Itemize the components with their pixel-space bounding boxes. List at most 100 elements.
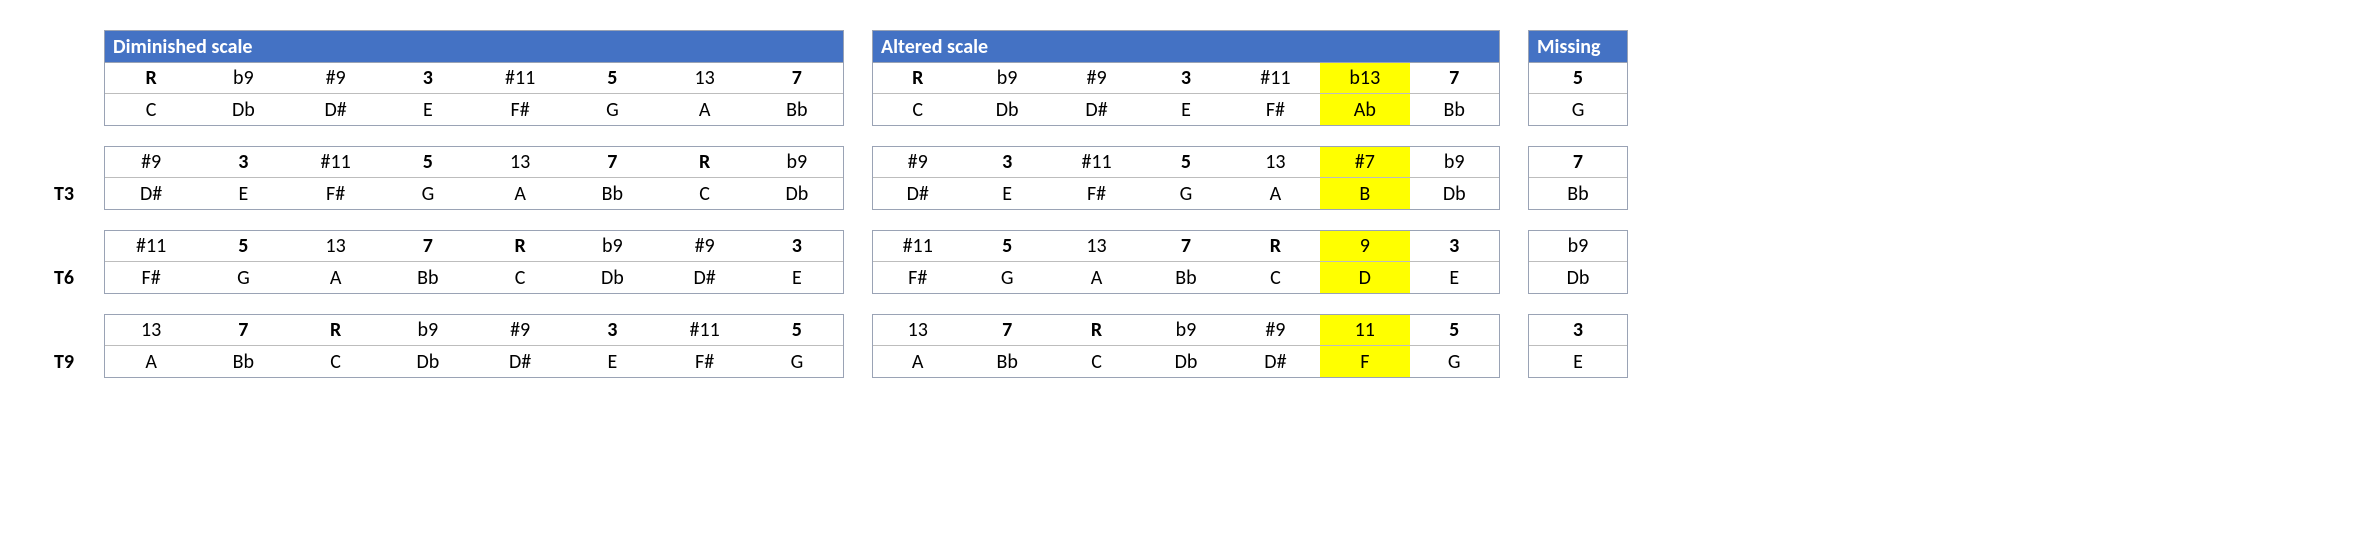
missing-degree-cell: 5 [1529,63,1627,94]
scale-column: RC [290,315,382,377]
note-cell: D# [873,178,962,209]
degree-cell: #9 [290,63,382,94]
note-cell: E [566,346,658,377]
degree-cell: 9 [1320,231,1409,262]
missing-block: Missing 5G7Bbb9Db3E [1528,30,1628,378]
row-label [40,146,76,178]
note-cell: G [1141,178,1230,209]
missing-column: 3E [1529,315,1627,377]
note-cell: Bb [751,94,843,125]
degree-cell: R [1231,231,1320,262]
note-cell: C [1052,346,1141,377]
degree-cell: R [873,63,962,94]
scale-column: #11F# [474,63,566,125]
scale-column: 7Bb [382,231,474,293]
note-cell: A [1231,178,1320,209]
row-label [40,62,76,94]
degree-cell: 7 [1141,231,1230,262]
note-cell: Bb [1410,94,1499,125]
degree-cell: 13 [1052,231,1141,262]
degree-cell: #7 [1320,147,1409,178]
note-cell: A [873,346,962,377]
scale-column: 13A [105,315,197,377]
note-cell: Bb [962,346,1051,377]
degree-cell: R [474,231,566,262]
scale-column: 3E [962,147,1051,209]
scale-column: 3E [566,315,658,377]
degree-cell: 13 [1231,147,1320,178]
degree-cell: 3 [962,147,1051,178]
note-cell: G [197,262,289,293]
missing-note-cell: Bb [1529,178,1627,209]
scale-column: #11F# [1052,147,1141,209]
degree-cell: b9 [197,63,289,94]
scale-column: 5G [751,315,843,377]
scale-column: 5G [1410,315,1499,377]
scale-column: RC [1052,315,1141,377]
degree-cell: 7 [751,63,843,94]
degree-cell: #11 [1231,63,1320,94]
degree-cell: 13 [659,63,751,94]
degree-cell: 3 [1410,231,1499,262]
scale-row: #11F#5G13A7BbRC9D3E [872,230,1500,294]
degree-cell: b9 [751,147,843,178]
note-cell: C [474,262,566,293]
scale-column: RC [474,231,566,293]
note-cell: D# [474,346,566,377]
scale-column: 5G [962,231,1051,293]
note-cell: C [659,178,751,209]
degree-cell: 7 [566,147,658,178]
scale-column: #9D# [659,231,751,293]
scale-column: RC [873,63,962,125]
scale-column: RC [105,63,197,125]
scale-column: b9Db [1141,315,1230,377]
missing-degree-cell: b9 [1529,231,1627,262]
scale-column: 3E [197,147,289,209]
degree-cell: #9 [474,315,566,346]
note-cell: Db [1141,346,1230,377]
degree-cell: 7 [962,315,1051,346]
degree-cell: #9 [1052,63,1141,94]
degree-cell: b9 [1410,147,1499,178]
degree-cell: 5 [197,231,289,262]
note-cell: D# [290,94,382,125]
degree-cell: 5 [1141,147,1230,178]
note-cell: F# [474,94,566,125]
note-cell: G [751,346,843,377]
degree-cell: 13 [873,315,962,346]
note-cell: D# [659,262,751,293]
note-cell: D [1320,262,1409,293]
scale-column: #9D# [290,63,382,125]
note-cell: A [105,346,197,377]
note-cell: Bb [1141,262,1230,293]
scale-column: b13Ab [1320,63,1409,125]
degree-cell: #11 [474,63,566,94]
degree-cell: 5 [1410,315,1499,346]
scale-column: 5G [566,63,658,125]
scale-row: #9D#3E#11F#5G13A7BbRCb9Db [104,146,844,210]
scale-column: 13A [873,315,962,377]
degree-cell: 3 [1141,63,1230,94]
degree-cell: 5 [382,147,474,178]
degree-cell: #9 [659,231,751,262]
note-cell: A [474,178,566,209]
note-cell: Db [751,178,843,209]
degree-cell: 11 [1320,315,1409,346]
scale-column: b9Db [197,63,289,125]
scale-column: 7Bb [197,315,289,377]
scale-column: 7Bb [1141,231,1230,293]
scale-column: #11F# [290,147,382,209]
scale-column: b9Db [751,147,843,209]
note-cell: Ab [1320,94,1409,125]
missing-row: b9Db [1528,230,1628,294]
scale-column: b9Db [1410,147,1499,209]
note-cell: G [962,262,1051,293]
degree-cell: R [1052,315,1141,346]
note-cell: Db [382,346,474,377]
note-cell: Db [1410,178,1499,209]
scale-column: 7Bb [751,63,843,125]
degree-cell: 7 [382,231,474,262]
scale-column: 3E [751,231,843,293]
degree-cell: 5 [566,63,658,94]
scale-column: #11F# [873,231,962,293]
